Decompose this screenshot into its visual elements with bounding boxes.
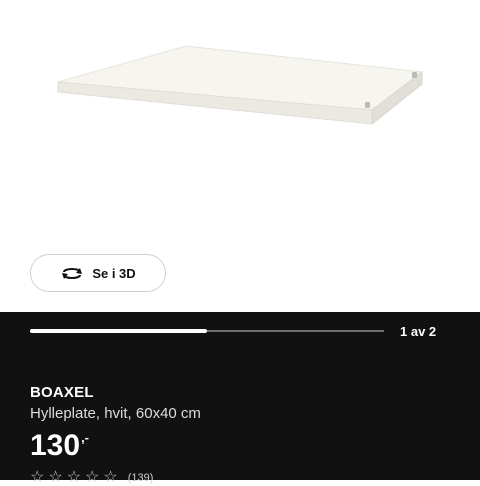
star-icon: ☆ <box>103 469 118 486</box>
product-name: BOAXEL <box>30 384 94 401</box>
star-icon: ☆ <box>66 469 82 486</box>
rotate-3d-icon <box>62 268 83 279</box>
gallery-progress-bar <box>30 329 384 333</box>
product-rating[interactable]: ☆ ☆ ☆ ☆ ☆ (139) <box>30 470 153 486</box>
star-icon: ☆ <box>30 469 45 486</box>
shelf-product-image <box>57 45 424 126</box>
product-description: Hylleplate, hvit, 60x40 cm <box>30 405 201 422</box>
product-image-area[interactable]: Se i 3D <box>0 0 480 312</box>
star-icon: ☆ <box>48 469 63 486</box>
gallery-pager: 1 av 2 <box>400 324 437 339</box>
star-icon: ☆ <box>85 469 100 486</box>
price-suffix: ,- <box>81 430 90 445</box>
view-in-3d-button[interactable]: Se i 3D <box>30 254 166 292</box>
review-count: (139) <box>127 472 154 484</box>
gallery-progress-fill <box>30 329 207 333</box>
product-price: 130 ,- <box>30 428 89 464</box>
view-in-3d-label: Se i 3D <box>92 265 136 281</box>
price-amount: 130 <box>30 429 81 462</box>
